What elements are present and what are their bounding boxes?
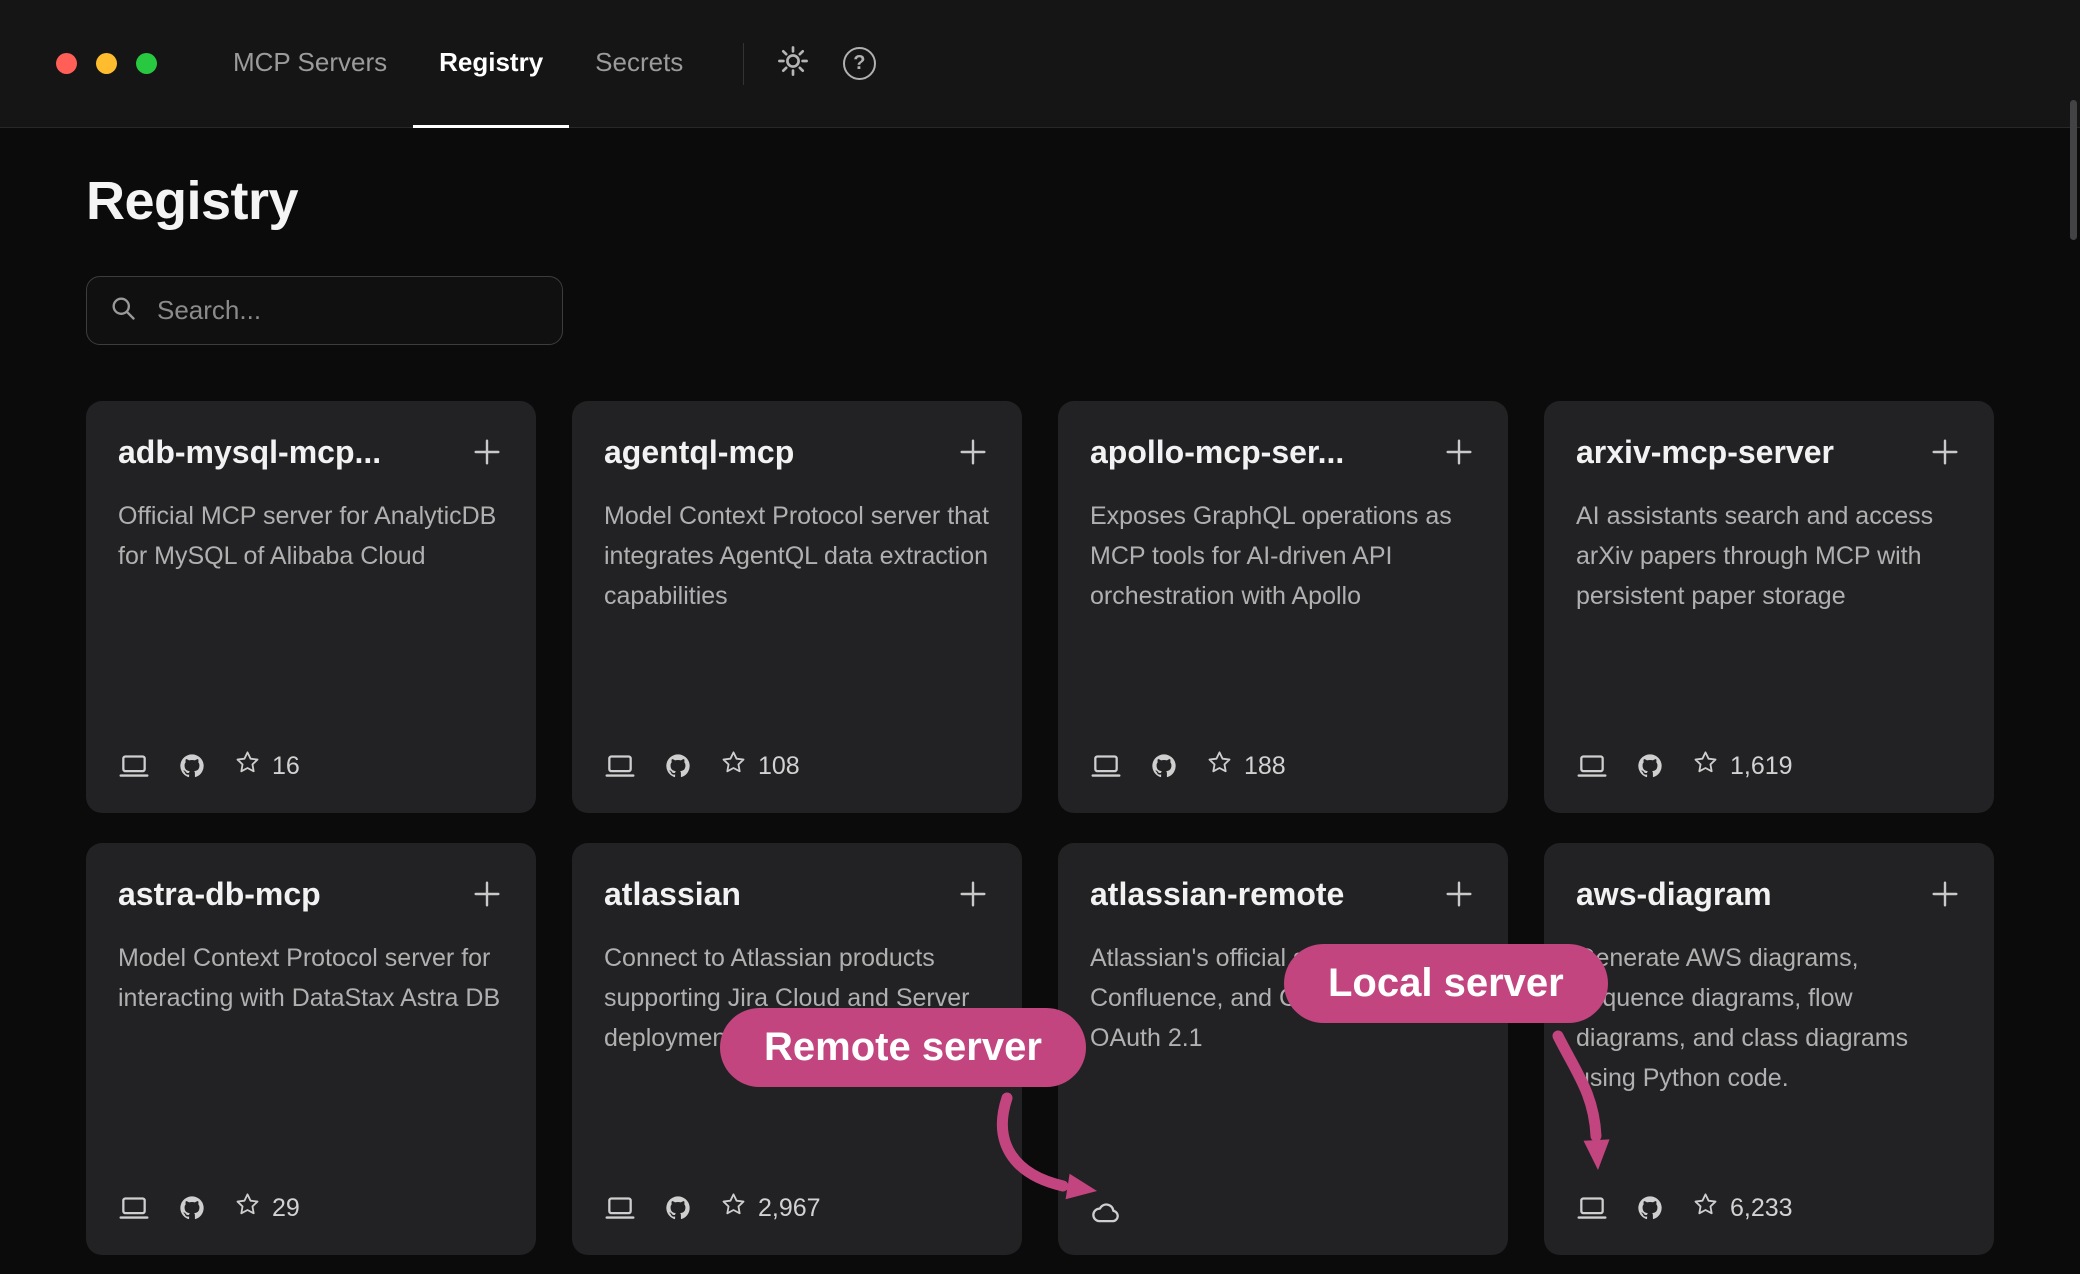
star-icon xyxy=(234,749,261,783)
minimize-window-button[interactable] xyxy=(96,53,117,74)
server-description: Model Context Protocol server for intera… xyxy=(118,938,504,1018)
star-count: 1,619 xyxy=(1730,752,1793,781)
plus-icon xyxy=(470,457,504,472)
main-nav: MCP Servers Registry Secrets xyxy=(207,0,709,127)
github-icon[interactable] xyxy=(664,1194,692,1222)
github-icon[interactable] xyxy=(178,1194,206,1222)
add-server-button[interactable] xyxy=(1928,875,1962,914)
star-count: 29 xyxy=(272,1194,300,1223)
laptop-icon xyxy=(1576,753,1608,780)
star-count: 108 xyxy=(758,752,800,781)
server-description: Model Context Protocol server that integ… xyxy=(604,496,990,616)
local-server-arrow xyxy=(1524,1030,1634,1180)
server-name: adb-mysql-mcp... xyxy=(118,433,381,471)
server-name: arxiv-mcp-server xyxy=(1576,433,1834,471)
add-server-button[interactable] xyxy=(956,875,990,914)
server-name: atlassian xyxy=(604,875,741,913)
star-icon xyxy=(1206,749,1233,783)
search-box[interactable] xyxy=(86,276,563,345)
scrollbar-thumb[interactable] xyxy=(2070,100,2077,240)
add-server-button[interactable] xyxy=(470,875,504,914)
laptop-icon xyxy=(118,753,150,780)
server-description: Exposes GraphQL operations as MCP tools … xyxy=(1090,496,1476,616)
server-card-apollo-mcp-server[interactable]: apollo-mcp-ser... Exposes GraphQL operat… xyxy=(1058,401,1508,813)
star-count: 16 xyxy=(272,752,300,781)
server-card-arxiv-mcp-server[interactable]: arxiv-mcp-server AI assistants search an… xyxy=(1544,401,1994,813)
add-server-button[interactable] xyxy=(1928,433,1962,472)
gear-icon xyxy=(777,45,809,82)
settings-button[interactable] xyxy=(760,0,826,127)
github-icon[interactable] xyxy=(1150,752,1178,780)
star-icon xyxy=(234,1191,261,1225)
help-button[interactable]: ? xyxy=(826,0,892,127)
star-icon xyxy=(1692,749,1719,783)
star-count: 2,967 xyxy=(758,1194,821,1223)
server-card-astra-db-mcp[interactable]: astra-db-mcp Model Context Protocol serv… xyxy=(86,843,536,1255)
plus-icon xyxy=(470,899,504,914)
star-icon xyxy=(1692,1191,1719,1225)
help-icon: ? xyxy=(843,47,876,80)
add-server-button[interactable] xyxy=(1442,875,1476,914)
tab-registry[interactable]: Registry xyxy=(413,0,569,128)
help-glyph: ? xyxy=(853,52,865,75)
traffic-lights xyxy=(0,0,157,127)
server-name: apollo-mcp-ser... xyxy=(1090,433,1344,471)
search-icon xyxy=(109,294,137,327)
add-server-button[interactable] xyxy=(956,433,990,472)
tab-secrets[interactable]: Secrets xyxy=(569,0,709,128)
titlebar: MCP Servers Registry Secrets ? xyxy=(0,0,2080,128)
search-input[interactable] xyxy=(155,294,540,327)
server-card-atlassian-remote[interactable]: atlassian-remote Atlassian's official se… xyxy=(1058,843,1508,1255)
laptop-icon xyxy=(1576,1195,1608,1222)
github-icon[interactable] xyxy=(1636,752,1664,780)
plus-icon xyxy=(1442,899,1476,914)
plus-icon xyxy=(1928,899,1962,914)
close-window-button[interactable] xyxy=(56,53,77,74)
github-icon[interactable] xyxy=(178,752,206,780)
plus-icon xyxy=(1442,457,1476,472)
tab-mcp-servers[interactable]: MCP Servers xyxy=(207,0,413,128)
server-card-adb-mysql-mcp[interactable]: adb-mysql-mcp... Official MCP server for… xyxy=(86,401,536,813)
zoom-window-button[interactable] xyxy=(136,53,157,74)
star-icon xyxy=(720,1191,747,1225)
remote-server-callout: Remote server xyxy=(720,1008,1086,1087)
page-title: Registry xyxy=(86,170,1994,232)
plus-icon xyxy=(1928,457,1962,472)
laptop-icon xyxy=(1090,753,1122,780)
add-server-button[interactable] xyxy=(470,433,504,472)
star-count: 188 xyxy=(1244,752,1286,781)
github-icon[interactable] xyxy=(1636,1194,1664,1222)
star-count: 6,233 xyxy=(1730,1194,1793,1223)
star-icon xyxy=(720,749,747,783)
server-name: agentql-mcp xyxy=(604,433,794,471)
remote-server-arrow xyxy=(985,1092,1115,1210)
server-name: atlassian-remote xyxy=(1090,875,1344,913)
local-server-callout: Local server xyxy=(1284,944,1608,1023)
titlebar-divider xyxy=(743,43,744,85)
laptop-icon xyxy=(604,1195,636,1222)
add-server-button[interactable] xyxy=(1442,433,1476,472)
server-name: aws-diagram xyxy=(1576,875,1772,913)
plus-icon xyxy=(956,457,990,472)
server-card-agentql-mcp[interactable]: agentql-mcp Model Context Protocol serve… xyxy=(572,401,1022,813)
server-description: AI assistants search and access arXiv pa… xyxy=(1576,496,1962,616)
laptop-icon xyxy=(604,753,636,780)
laptop-icon xyxy=(118,1195,150,1222)
server-name: astra-db-mcp xyxy=(118,875,321,913)
plus-icon xyxy=(956,899,990,914)
github-icon[interactable] xyxy=(664,752,692,780)
server-description: Official MCP server for AnalyticDB for M… xyxy=(118,496,504,576)
